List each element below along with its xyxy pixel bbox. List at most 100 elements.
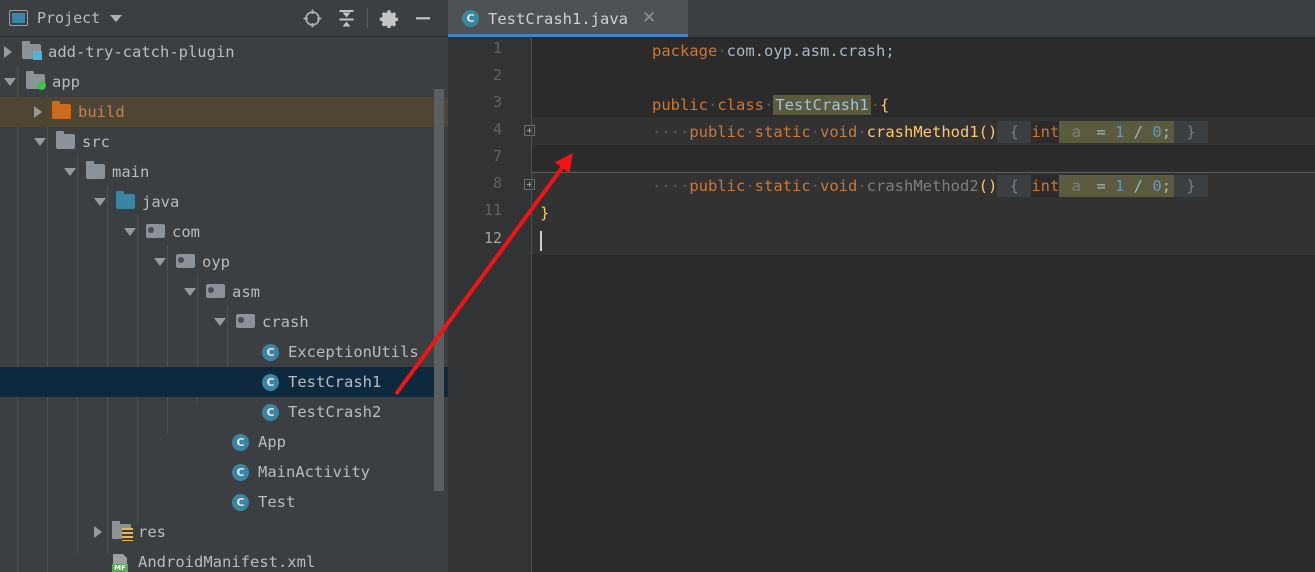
tree-item-label: crash: [262, 313, 309, 331]
folded-variable-2: a: [1059, 174, 1094, 197]
ide-window: Project add-try-catch-plugin app build s…: [0, 0, 1315, 572]
package-icon: [236, 314, 255, 330]
token-keyword: package: [651, 41, 718, 60]
gutter-line-number: 2: [492, 66, 502, 84]
java-class-icon: C: [232, 494, 251, 511]
tree-item-label: com: [172, 223, 200, 241]
module-folder-icon: [22, 41, 42, 60]
tree-item-src[interactable]: src: [0, 127, 448, 157]
chevron-down-icon[interactable]: [124, 228, 136, 236]
token-package-name: com: [726, 41, 755, 60]
twisty-spacer: [244, 376, 252, 388]
java-class-icon: C: [262, 404, 281, 421]
gear-icon[interactable]: [372, 3, 406, 33]
tree-item-testcrash2[interactable]: C TestCrash2: [0, 397, 448, 427]
tree-item-java[interactable]: java: [0, 187, 448, 217]
java-class-icon: C: [262, 344, 281, 361]
excluded-folder-icon: [52, 101, 71, 120]
res-folder-icon: [112, 521, 133, 541]
tree-item-app[interactable]: C App: [0, 427, 448, 457]
java-class-icon: C: [232, 464, 251, 481]
tree-item-testcrash1[interactable]: C TestCrash1: [0, 367, 448, 397]
folded-close-brace-2[interactable]: }: [1174, 174, 1209, 197]
project-panel-header: Project: [0, 0, 448, 37]
folded-expression-2[interactable]: = 1 / 0;: [1093, 174, 1175, 197]
tree-item-label: ExceptionUtils: [288, 343, 419, 361]
tree-item-add-try-catch-plugin[interactable]: add-try-catch-plugin: [0, 37, 448, 67]
folded-close-brace[interactable]: }: [1174, 120, 1209, 143]
chevron-right-icon[interactable]: [34, 106, 42, 118]
tree-item-label: TestCrash2: [288, 403, 382, 421]
tree-item-label: AndroidManifest.xml: [138, 553, 316, 571]
panel-title: Project: [37, 9, 101, 27]
tree-item-androidmanifest-xml[interactable]: AndroidManifest.xml: [0, 547, 448, 572]
package-icon: [206, 284, 225, 300]
package-icon: [176, 254, 195, 270]
token-method-crashmethod2: crashMethod2: [866, 176, 979, 195]
tree-item-label: add-try-catch-plugin: [48, 43, 235, 61]
code-editor[interactable]: 1 2 3 4 7 8 11 12 package·com.oyp.asm.crash; pu…: [448, 37, 1315, 572]
tree-item-test[interactable]: C Test: [0, 487, 448, 517]
tree-item-asm[interactable]: asm: [0, 277, 448, 307]
chevron-down-icon[interactable]: [34, 138, 46, 146]
class-c-glyph: C: [232, 434, 249, 451]
collapse-all-icon[interactable]: [329, 3, 363, 33]
gutter-line-number: 7: [492, 147, 502, 165]
chevron-down-icon[interactable]: [110, 14, 123, 22]
class-c-glyph: C: [232, 464, 249, 481]
folded-variable: a: [1059, 120, 1094, 143]
scroll-from-source-icon[interactable]: [295, 3, 329, 33]
tree-item-label: java: [142, 193, 180, 211]
tree-item-main[interactable]: main: [0, 157, 448, 187]
folder-icon: [86, 161, 105, 180]
package-icon: [146, 224, 165, 240]
project-tree-rows: add-try-catch-plugin app build src main java c…: [0, 37, 448, 572]
java-class-icon: C: [262, 374, 281, 391]
class-c-glyph: C: [262, 404, 279, 421]
toolbar-separator: [367, 8, 368, 28]
code-line-1: package·com.oyp.asm.crash;: [651, 41, 895, 60]
project-tool-window: Project add-try-catch-plugin app build s…: [0, 0, 448, 572]
java-class-icon: C: [232, 434, 251, 451]
tree-item-oyp[interactable]: oyp: [0, 247, 448, 277]
tree-item-build[interactable]: build: [0, 97, 448, 127]
code-line-12: [532, 227, 1315, 254]
project-tree[interactable]: add-try-catch-plugin app build src main java c…: [0, 37, 448, 572]
code-content[interactable]: package·com.oyp.asm.crash; public·class·…: [532, 37, 1315, 572]
tree-item-crash[interactable]: crash: [0, 307, 448, 337]
tree-item-label: asm: [232, 283, 260, 301]
collapse-arrows-glyph: [339, 9, 353, 26]
module-badge: [37, 81, 46, 90]
twisty-spacer: [244, 346, 252, 358]
folder-icon: [56, 131, 75, 150]
chevron-down-icon[interactable]: [184, 288, 196, 296]
editor-area: C TestCrash1.java ✕ 1 2 3 4 7 8 11 12 package: [448, 0, 1315, 572]
chevron-down-icon[interactable]: [154, 258, 166, 266]
chevron-right-icon[interactable]: [94, 526, 102, 538]
token-close-brace: }: [540, 203, 550, 222]
editor-gutter[interactable]: 1 2 3 4 7 8 11 12: [448, 37, 535, 572]
tree-item-app[interactable]: app: [0, 67, 448, 97]
tree-item-com[interactable]: com: [0, 217, 448, 247]
folded-open-brace[interactable]: {: [997, 120, 1032, 143]
chevron-down-icon[interactable]: [214, 318, 226, 326]
gear-glyph: [379, 10, 399, 28]
chevron-down-icon[interactable]: [64, 168, 76, 176]
minimize-icon[interactable]: [406, 3, 440, 33]
twisty-spacer: [214, 436, 222, 448]
tree-item-exceptionutils[interactable]: C ExceptionUtils: [0, 337, 448, 367]
chevron-right-icon[interactable]: [4, 46, 12, 58]
tree-item-res[interactable]: res: [0, 517, 448, 547]
twisty-spacer: [214, 496, 222, 508]
class-c-glyph: C: [262, 344, 279, 361]
folded-expression[interactable]: = 1 / 0;: [1093, 120, 1175, 143]
token-method-crashmethod1: crashMethod1: [866, 122, 979, 141]
java-class-icon: C: [462, 10, 479, 27]
project-tree-scrollbar[interactable]: [434, 89, 444, 491]
tree-item-label: MainActivity: [258, 463, 370, 481]
tree-item-mainactivity[interactable]: C MainActivity: [0, 457, 448, 487]
folded-open-brace-2[interactable]: {: [997, 174, 1032, 197]
chevron-down-icon[interactable]: [94, 198, 106, 206]
chevron-down-icon[interactable]: [4, 78, 16, 86]
tree-item-label: res: [138, 523, 166, 541]
